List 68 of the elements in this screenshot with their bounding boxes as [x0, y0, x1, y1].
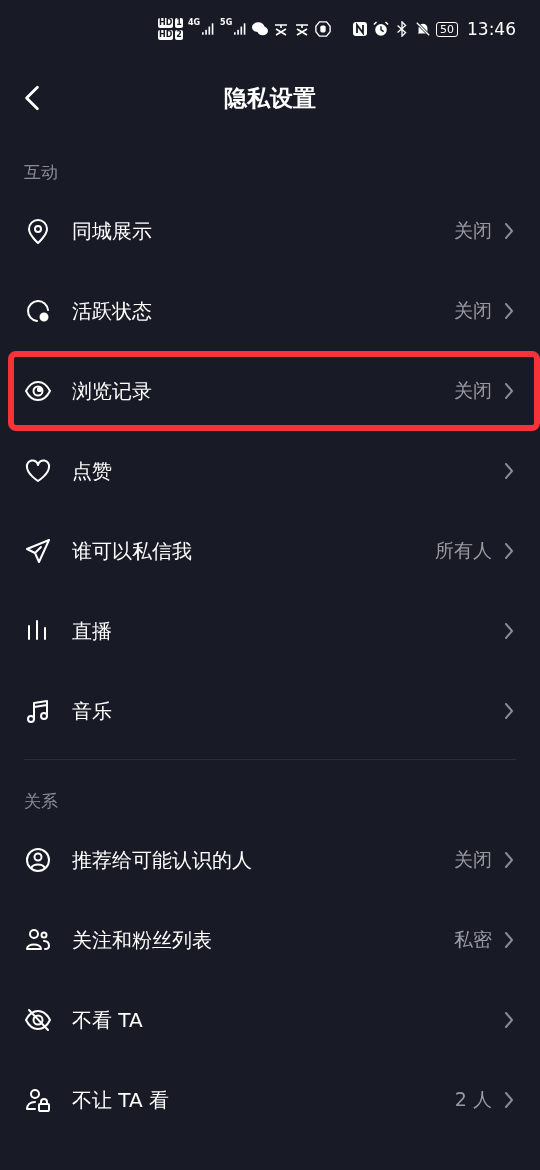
- signal-icon: [234, 23, 248, 35]
- settings-row[interactable]: 不看 TA: [0, 980, 540, 1060]
- row-label: 不让 TA 看: [72, 1086, 171, 1114]
- chevron-right-icon: [504, 931, 514, 949]
- app-icon: [273, 21, 290, 37]
- section-title: 互动: [24, 162, 58, 182]
- row-label: 不看 TA: [72, 1006, 144, 1034]
- row-label: 点赞: [72, 457, 113, 485]
- chevron-right-icon: [504, 702, 514, 720]
- settings-row[interactable]: 点赞: [0, 431, 540, 511]
- sim-label: HD: [158, 30, 174, 40]
- settings-row[interactable]: 推荐给可能认识的人 关闭: [0, 820, 540, 900]
- section-title: 关系: [24, 791, 58, 811]
- settings-row[interactable]: 浏览记录 关闭: [8, 351, 540, 431]
- settings-row[interactable]: 谁可以私信我 所有人: [0, 511, 540, 591]
- chevron-right-icon: [504, 851, 514, 869]
- row-label: 推荐给可能认识的人: [72, 846, 253, 874]
- person-circle-icon: [24, 846, 52, 874]
- row-label: 直播: [72, 617, 113, 645]
- page-title: 隐私设置: [224, 83, 316, 113]
- row-value: 关闭: [454, 298, 492, 323]
- sim-label: 2: [175, 30, 183, 40]
- app-icon: [294, 21, 311, 37]
- row-value: 2 人: [454, 1087, 492, 1112]
- row-label: 同城展示: [72, 217, 153, 245]
- row-value: 关闭: [454, 218, 492, 243]
- person-lock-icon: [24, 1086, 52, 1114]
- sim-label: 1: [175, 18, 183, 28]
- row-label: 活跃状态: [72, 297, 153, 325]
- paper-plane-icon: [24, 537, 52, 565]
- row-value: 关闭: [454, 847, 492, 872]
- chevron-right-icon: [504, 542, 514, 560]
- row-value: 关闭: [454, 378, 492, 403]
- chevron-right-icon: [504, 382, 514, 400]
- row-label: 关注和粉丝列表: [72, 926, 213, 954]
- nfc-icon: [352, 21, 368, 37]
- signal-icon: [202, 23, 216, 35]
- chevron-right-icon: [504, 222, 514, 240]
- back-icon: [24, 85, 40, 111]
- battery-icon: 50: [436, 21, 458, 37]
- chevron-right-icon: [504, 462, 514, 480]
- settings-row[interactable]: 音乐: [0, 671, 540, 751]
- muted-bell-icon: [415, 21, 431, 37]
- settings-row[interactable]: 不让 TA 看 2 人: [0, 1060, 540, 1140]
- network-label: 4G: [187, 18, 201, 27]
- network-label: 5G: [220, 18, 233, 27]
- alarm-icon: [373, 21, 389, 37]
- heart-icon: [24, 457, 52, 485]
- row-label: 音乐: [72, 697, 113, 725]
- row-label: 浏览记录: [72, 377, 153, 405]
- settings-row[interactable]: 同城展示 关闭: [0, 191, 540, 271]
- hand-icon: [315, 21, 332, 37]
- eye-off-icon: [24, 1006, 52, 1034]
- back-button[interactable]: [22, 83, 42, 113]
- chevron-right-icon: [504, 1011, 514, 1029]
- chat-bubble-icon: [252, 21, 269, 37]
- settings-row[interactable]: 活跃状态 关闭: [0, 271, 540, 351]
- chevron-right-icon: [504, 302, 514, 320]
- status-circle-icon: [24, 297, 52, 325]
- row-value: 所有人: [435, 538, 492, 563]
- status-time: 13:46: [467, 19, 516, 39]
- row-label: 谁可以私信我: [72, 537, 193, 565]
- chevron-right-icon: [504, 622, 514, 640]
- sim-label: HD: [158, 18, 174, 28]
- row-value: 私密: [454, 927, 492, 952]
- settings-row[interactable]: 直播: [0, 591, 540, 671]
- settings-row[interactable]: 关注和粉丝列表 私密: [0, 900, 540, 980]
- chevron-right-icon: [504, 1091, 514, 1109]
